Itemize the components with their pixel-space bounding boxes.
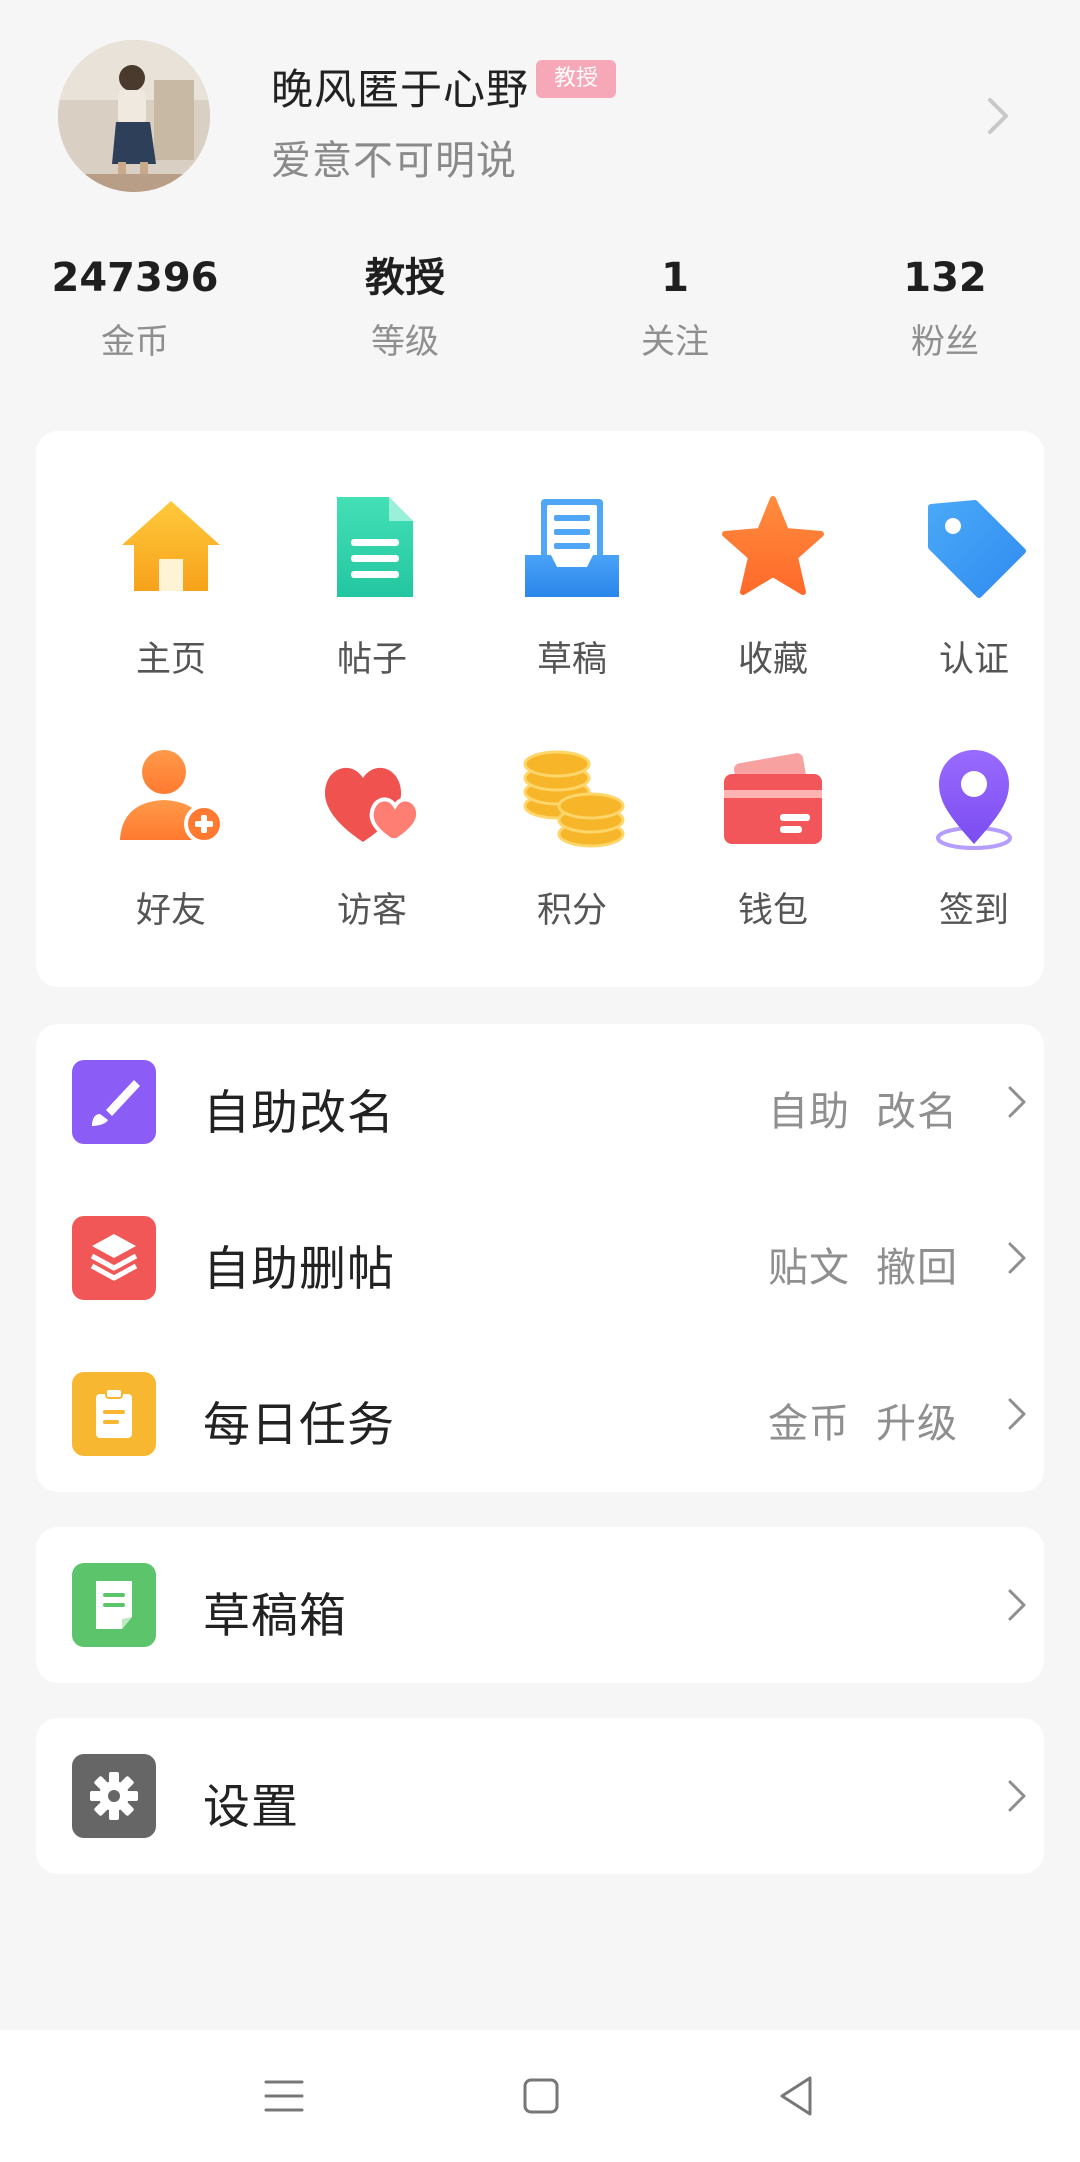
level-badge: 教授 <box>536 60 617 98</box>
star-icon <box>722 496 824 595</box>
row-meta-text: 改名 <box>876 1089 958 1135</box>
grid-label: 帖子 <box>336 640 407 680</box>
stat-value: 教授 <box>365 255 445 301</box>
grid-item-visitors[interactable]: 访客 <box>272 744 472 933</box>
row-daily-tasks[interactable]: 每日任务 金币 升级 <box>36 1336 1044 1492</box>
row-title: 自助删帖 <box>203 1242 395 1297</box>
grid-item-favorites[interactable]: 收藏 <box>673 493 873 682</box>
grid-label: 认证 <box>938 640 1009 680</box>
chevron-right-icon <box>1008 1780 1026 1812</box>
row-rename[interactable]: 自助改名 自助 改名 <box>36 1024 1044 1180</box>
back-triangle-icon[interactable] <box>768 2066 828 2126</box>
grid-item-posts[interactable]: 帖子 <box>272 493 472 682</box>
row-title: 自助改名 <box>203 1086 395 1141</box>
avatar-photo <box>58 40 210 192</box>
grid-label: 收藏 <box>737 640 808 680</box>
menu-icon[interactable] <box>254 2066 314 2126</box>
brush-icon <box>72 1060 156 1144</box>
hearts-icon <box>324 767 421 842</box>
row-meta: 金币 升级 <box>768 1391 958 1449</box>
gear-icon <box>72 1754 156 1838</box>
grid-item-points[interactable]: 积分 <box>472 744 672 933</box>
grid-item-home[interactable]: 主页 <box>71 493 271 682</box>
draft-tray-icon <box>525 499 619 597</box>
row-delete-post[interactable]: 自助删帖 贴文 撤回 <box>36 1180 1044 1336</box>
profile-header[interactable]: 晚风匿于心野 教授 爱意不可明说 <box>0 0 1080 230</box>
grid-label: 积分 <box>536 891 607 931</box>
chevron-right-icon <box>1008 1589 1026 1621</box>
avatar[interactable] <box>58 40 210 192</box>
row-title: 每日任务 <box>203 1398 395 1453</box>
row-icon-bg <box>72 1216 156 1300</box>
row-drafts[interactable]: 草稿箱 <box>36 1527 1044 1683</box>
user-bio: 爱意不可明说 <box>271 138 517 184</box>
row-icon-bg <box>72 1754 156 1838</box>
row-meta-text: 升级 <box>876 1401 958 1447</box>
grid-item-friends[interactable]: 好友 <box>71 744 271 933</box>
stat-label: 粉丝 <box>911 322 979 362</box>
row-icon-bg <box>72 1372 156 1456</box>
location-pin-icon <box>936 750 1012 850</box>
row-settings[interactable]: 设置 <box>36 1718 1044 1874</box>
grid-item-checkin[interactable]: 签到 <box>874 744 1074 933</box>
drafts-card: 草稿箱 <box>36 1527 1044 1683</box>
stat-level[interactable]: 教授 等级 <box>270 250 540 363</box>
stat-coins[interactable]: 247396 金币 <box>0 250 270 363</box>
stat-value: 1 <box>661 255 689 301</box>
row-meta-text: 自助 <box>768 1089 850 1135</box>
row-icon-bg <box>72 1563 156 1647</box>
stat-value: 247396 <box>51 255 219 301</box>
coins-icon <box>523 750 625 848</box>
home-square-icon[interactable] <box>511 2066 571 2126</box>
grid-label: 访客 <box>336 891 407 931</box>
grid-item-verify[interactable]: 认证 <box>874 493 1074 682</box>
layers-icon <box>72 1216 156 1300</box>
settings-card: 设置 <box>36 1718 1044 1874</box>
wallet-icon <box>724 753 822 844</box>
grid-item-drafts[interactable]: 草稿 <box>472 493 672 682</box>
grid-label: 主页 <box>135 640 206 680</box>
system-navigation-bar <box>0 2030 1080 2162</box>
chevron-right-icon <box>1008 1242 1026 1274</box>
stat-value: 132 <box>903 255 987 301</box>
grid-item-wallet[interactable]: 钱包 <box>673 744 873 933</box>
document-icon <box>337 497 413 597</box>
grid-label: 签到 <box>938 891 1009 931</box>
stat-followers[interactable]: 132 粉丝 <box>810 250 1080 363</box>
grid-label: 钱包 <box>737 891 808 931</box>
grid-label: 好友 <box>135 891 206 931</box>
row-meta-text: 撤回 <box>876 1245 958 1291</box>
note-icon <box>72 1563 156 1647</box>
row-title: 设置 <box>203 1780 299 1835</box>
stat-label: 金币 <box>101 322 169 362</box>
row-meta-text: 贴文 <box>768 1245 850 1291</box>
chevron-right-icon <box>1008 1398 1026 1430</box>
row-meta: 贴文 撤回 <box>768 1235 958 1293</box>
clipboard-icon <box>72 1372 156 1456</box>
add-friend-icon <box>120 750 224 844</box>
username: 晚风匿于心野 <box>271 65 530 114</box>
stat-label: 关注 <box>641 322 709 362</box>
chevron-right-icon <box>988 98 1008 134</box>
stat-label: 等级 <box>371 322 439 362</box>
services-card: 自助改名 自助 改名 自助删帖 贴文 撤回 每日任务 金币 升级 <box>36 1024 1044 1492</box>
tag-icon <box>928 500 1026 598</box>
stat-following[interactable]: 1 关注 <box>540 250 810 363</box>
row-icon-bg <box>72 1060 156 1144</box>
row-meta: 自助 改名 <box>768 1079 958 1137</box>
row-meta-text: 金币 <box>768 1401 850 1447</box>
chevron-right-icon <box>1008 1086 1026 1118</box>
grid-label: 草稿 <box>536 640 607 680</box>
stats-bar: 247396 金币 教授 等级 1 关注 132 粉丝 <box>0 250 1080 380</box>
home-icon <box>122 501 220 591</box>
row-title: 草稿箱 <box>203 1589 347 1644</box>
feature-grid-card: 主页 帖子 草稿 收藏 认证 好友 访客 积分 钱包 签到 <box>36 431 1044 987</box>
